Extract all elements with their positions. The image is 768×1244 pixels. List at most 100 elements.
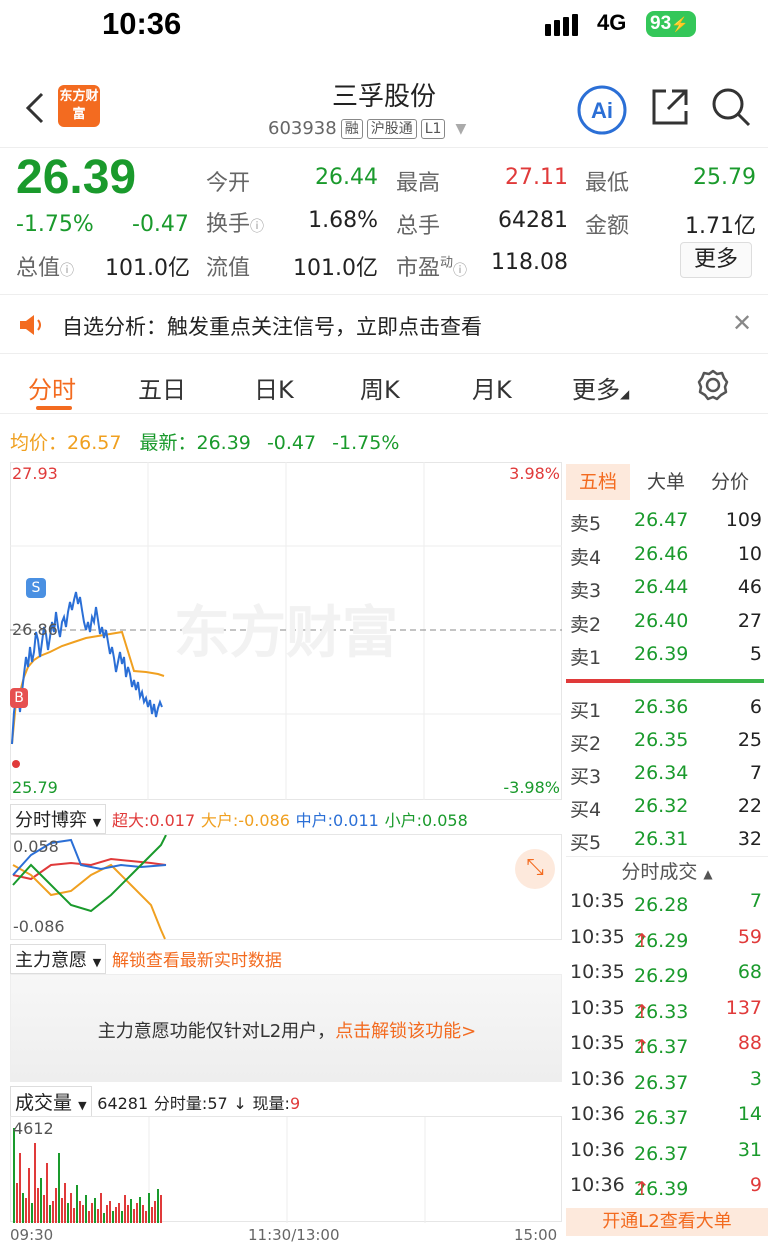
tab-intraday[interactable]: 分时 (28, 370, 76, 405)
trade-qty: 59 (737, 925, 762, 948)
time-start: 09:30 (10, 1226, 54, 1244)
trade-row: 10:35 26.29 68 (570, 961, 762, 987)
notice-bar[interactable]: 自选分析：触发重点关注信号，立即点击查看 ✕ (0, 294, 768, 354)
ask-row[interactable]: 卖3 26.44 46 (566, 572, 768, 605)
battery-level: 93 (650, 13, 672, 34)
trade-time: 10:36 (570, 1174, 625, 1196)
chevron-down-icon[interactable]: ▼ (455, 121, 466, 137)
amount-value: 1.71亿 (685, 214, 756, 239)
volume-bar (43, 1195, 45, 1223)
bid-price: 26.31 (634, 828, 689, 850)
now-volume: 9 (289, 1094, 301, 1113)
ask-row[interactable]: 卖1 26.39 5 (566, 639, 768, 672)
ai-icon[interactable]: Ai (576, 84, 628, 136)
low-value: 25.79 (693, 165, 756, 190)
ask-row[interactable]: 卖5 26.47 109 (566, 505, 768, 538)
search-icon[interactable] (710, 86, 752, 128)
volume-bar (52, 1201, 54, 1223)
volume-bar (94, 1198, 96, 1223)
price-info-line: 均价：26.57 最新：26.39 -0.47 -1.75% (10, 428, 399, 455)
bid-qty: 22 (737, 795, 762, 817)
intent-unlock-link[interactable]: 解锁查看最新实时数据 (112, 951, 282, 971)
game-chart[interactable]: 0.058 -0.086 ⤡ (10, 834, 562, 940)
volume-total: 64281 (97, 1094, 149, 1113)
volume-bar (79, 1201, 81, 1223)
volume-bar (58, 1153, 60, 1223)
volume-bar (124, 1195, 126, 1223)
volume-label: 总手 (396, 214, 441, 239)
l2-banner[interactable]: 开通L2查看大单 (566, 1208, 768, 1236)
game-panel-header: 分时博弈 ▼ 超大:0.017 大户:-0.086 中户:0.011 小户:0.… (10, 804, 562, 834)
expand-icon[interactable]: ⤡ (515, 849, 555, 889)
tag-margin: 融 (340, 118, 363, 139)
volume-bar (91, 1203, 93, 1223)
bid-label: 买2 (570, 733, 602, 755)
trade-direction: ↑ (634, 1036, 650, 1058)
buy-marker[interactable]: B (10, 688, 28, 708)
trade-row: 10:36 26.37 14 (570, 1103, 762, 1129)
bid-row[interactable]: 买4 26.32 22 (566, 791, 768, 824)
volume-bar (160, 1195, 162, 1223)
settings-gear-icon[interactable] (696, 368, 730, 402)
sell-marker[interactable]: S (26, 578, 46, 598)
watermark: 东方财富 (174, 601, 398, 666)
volume-bar (127, 1205, 129, 1223)
close-icon[interactable]: ✕ (732, 309, 752, 337)
active-tab-indicator (36, 406, 72, 410)
ask-qty: 27 (737, 609, 762, 632)
intent-panel-select[interactable]: 主力意愿 ▼ (10, 944, 107, 974)
dropdown-arrow-icon: ▼ (92, 816, 102, 829)
game-chart-canvas (12, 834, 167, 940)
tab-big-orders[interactable]: 大单 (642, 464, 690, 500)
ask-price: 26.47 (634, 509, 689, 531)
tab-price-dist[interactable]: 分价 (706, 464, 754, 500)
ask-label: 卖2 (570, 613, 602, 636)
trade-time: 10:35 (570, 925, 625, 948)
tab-monthly-k[interactable]: 月K (472, 370, 512, 405)
game-panel-select[interactable]: 分时博弈 ▼ (10, 804, 107, 834)
volume-panel-select[interactable]: 成交量 ▼ (10, 1086, 92, 1117)
big-value: -0.086 (238, 811, 290, 830)
volume-bar (103, 1213, 105, 1223)
dropdown-arrow-icon: ▼ (78, 1099, 87, 1112)
intent-locked-panel[interactable]: 主力意愿功能仅针对L2用户，点击解锁该功能> (10, 974, 562, 1082)
volume-bar (61, 1198, 63, 1223)
share-icon[interactable] (650, 87, 690, 127)
ask-qty: 10 (737, 542, 762, 565)
bid-row[interactable]: 买3 26.34 7 (566, 758, 768, 791)
intent-unlock-button[interactable]: 点击解锁该功能> (335, 1021, 476, 1042)
bid-row[interactable]: 买1 26.36 6 (566, 692, 768, 725)
bid-row[interactable]: 买5 26.31 32 (566, 824, 768, 857)
volume-bar (145, 1211, 147, 1223)
triangle-icon: ◢ (620, 387, 630, 401)
volume-chart[interactable]: 4612 (10, 1116, 562, 1223)
signal-icon (545, 14, 578, 36)
tab-level5[interactable]: 五档 (566, 464, 630, 500)
latest-pct: -1.75% (332, 432, 400, 454)
tab-weekly-k[interactable]: 周K (360, 370, 400, 405)
tab-five-day[interactable]: 五日 (138, 370, 186, 405)
ask-row[interactable]: 卖4 26.46 10 (566, 539, 768, 572)
volume-bar (67, 1203, 69, 1223)
intraday-chart[interactable]: 东方财富 27.93 25.79 26.86 3.98% -3.98% S B (10, 462, 562, 800)
bid-row[interactable]: 买2 26.35 25 (566, 725, 768, 758)
volume-bar (148, 1193, 150, 1223)
more-button[interactable]: 更多 (680, 242, 752, 278)
ask-row[interactable]: 卖2 26.40 27 (566, 606, 768, 639)
tab-more[interactable]: 更多◢ (572, 370, 629, 405)
mid-label: 中户: (295, 811, 334, 830)
bid-ask-ratio-red (566, 679, 630, 683)
float-value: 101.0亿 (293, 256, 378, 281)
small-label: 小户: (384, 811, 422, 830)
tab-daily-k[interactable]: 日K (254, 370, 294, 405)
ask-label: 卖5 (570, 513, 602, 535)
volume-bar (133, 1209, 135, 1223)
bid-price: 26.32 (634, 795, 689, 817)
volume-bar (142, 1205, 144, 1223)
trades-title[interactable]: 分时成交 ▲ (566, 856, 768, 886)
svg-text:Ai: Ai (591, 98, 613, 123)
volume-bar (16, 1183, 18, 1223)
pe-value: 118.08 (491, 250, 568, 275)
status-bar: 10:36 4G 93⚡ (0, 0, 768, 50)
volume-bar (13, 1128, 15, 1223)
